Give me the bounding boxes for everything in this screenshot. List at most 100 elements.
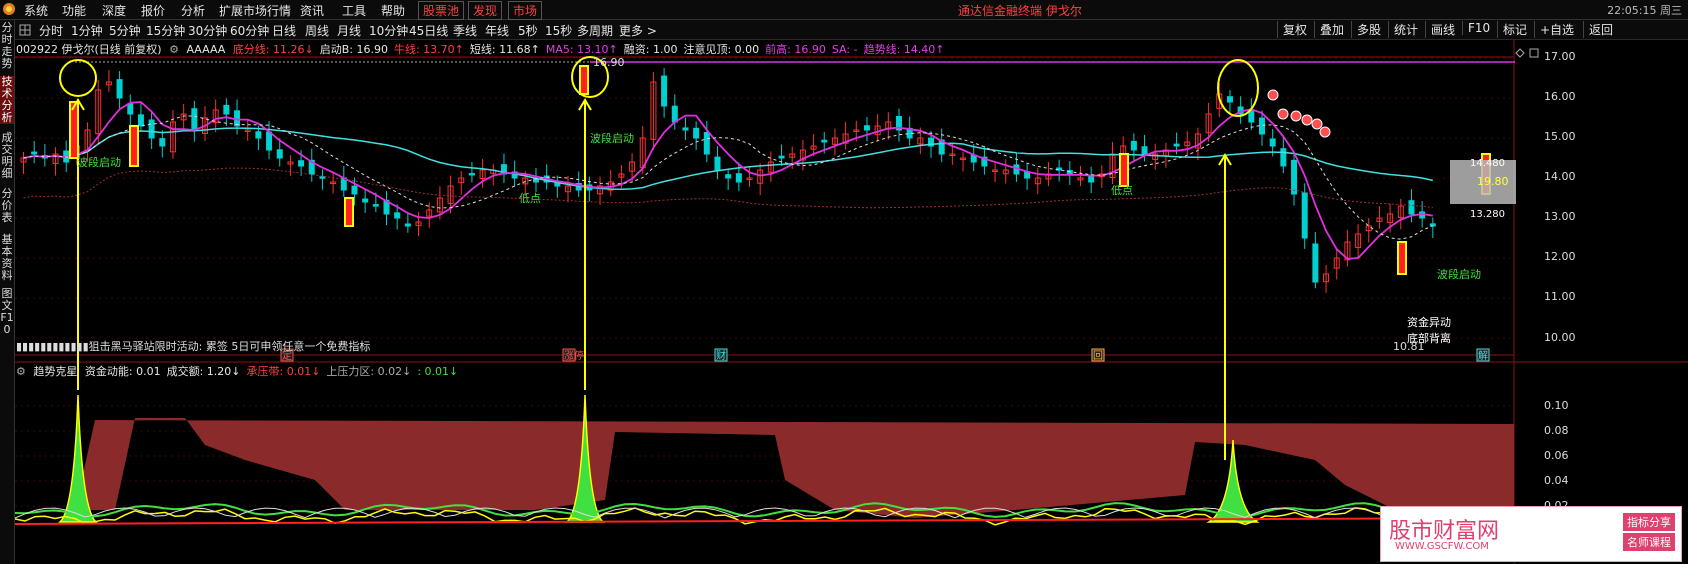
candle-body [671, 105, 678, 123]
period-tab[interactable]: 分时 [39, 22, 63, 39]
menu-news[interactable]: 资讯 [300, 2, 324, 19]
axis-tick: 12.00 [1544, 250, 1576, 263]
period-tab[interactable]: 月线 [337, 22, 361, 39]
fund-anomaly-label: 资金异动 [1407, 315, 1451, 329]
statistics-button[interactable]: 统计 [1388, 21, 1423, 38]
mark-button[interactable]: 标记 [1497, 21, 1532, 38]
wave-start-label: 波段启动 [77, 155, 121, 169]
candle-body [1130, 140, 1137, 151]
sub-axis-tick: 0.04 [1544, 474, 1569, 487]
side-tab-trades[interactable]: 成交明细 [0, 132, 14, 180]
candle-body [362, 198, 369, 203]
period-tab[interactable]: 15分钟 [146, 22, 185, 39]
sub-indicator-item: 承压带: 0.01↓ [246, 365, 321, 378]
sub-indicator-info-bar: ⚙ 趋势克星 资金动能: 0.01 成交额: 1.20↓ 承压带: 0.01↓ 上压力… [16, 363, 468, 378]
menu-tools[interactable]: 工具 [342, 2, 366, 19]
period-tab[interactable]: 多周期 [577, 22, 613, 39]
price-tag-high: 14.480 [1470, 158, 1505, 169]
sub-bg [15, 522, 1514, 564]
side-tab-intraday[interactable]: 分时走势 [0, 22, 14, 70]
menu-system[interactable]: 系统 [24, 2, 48, 19]
candle-body [703, 132, 710, 155]
menu-stock-pool[interactable]: 股票池 [418, 1, 465, 20]
warning-ball [1311, 118, 1323, 130]
period-tab[interactable]: 年线 [485, 22, 509, 39]
axis-tools-icons[interactable] [1512, 45, 1542, 61]
period-tab[interactable]: 季线 [453, 22, 477, 39]
axis-tick: 15.00 [1544, 130, 1576, 143]
period-toolbar: 分时 1分钟 5分钟 15分钟 30分钟 60分钟 日线 周线 月线 10分钟 … [15, 20, 1688, 40]
sub-indicator-item: 成交额: 1.20↓ [166, 365, 241, 378]
axis-tick: 16.00 [1544, 90, 1576, 103]
side-tab-f10[interactable]: 图文F10 [0, 288, 14, 338]
grid-icon[interactable] [19, 24, 31, 36]
period-tab[interactable]: 30分钟 [188, 22, 227, 39]
wave-start-label: 波段启动 [590, 131, 634, 145]
menu-market[interactable]: 市场 [508, 1, 543, 20]
period-tab[interactable]: 日线 [272, 22, 296, 39]
menu-quote[interactable]: 报价 [141, 2, 165, 19]
axis-tick: 10.00 [1544, 331, 1576, 344]
menu-depth[interactable]: 深度 [102, 2, 126, 19]
candle-body [735, 173, 742, 183]
candle-body [116, 79, 123, 99]
axis-tick: 13.00 [1544, 210, 1576, 223]
period-tab[interactable]: 5秒 [518, 22, 538, 39]
add-watchlist-button[interactable]: +自选 [1534, 21, 1579, 38]
chart-canvas[interactable]: 波段启动波段启动波段启动低点低点资金异动底部背离16.9010.81定 涨停财回解… [15, 40, 1688, 564]
candle-body [1269, 138, 1276, 147]
signal-candle [1397, 241, 1407, 275]
side-tab-technical[interactable]: 技术分析 [0, 76, 14, 124]
menu-help[interactable]: 帮助 [381, 2, 405, 19]
period-tab[interactable]: 15秒 [545, 22, 572, 39]
candle-body [863, 125, 870, 131]
promo-notice[interactable]: ▮▮▮▮▮▮▮▮▮▮▮▮狙击黑马驿站限时活动: 累签 5日可申领任意一个免费指标 [16, 338, 370, 354]
sub-axis-tick: 0.10 [1544, 399, 1569, 412]
watermark-url: WWW.GSCFW.COM [1395, 541, 1489, 552]
multi-stock-button[interactable]: 多股 [1351, 21, 1386, 38]
draw-line-button[interactable]: 画线 [1425, 21, 1460, 38]
low-point-label: 低点 [519, 192, 541, 205]
period-tab[interactable]: 10分钟 [369, 22, 408, 39]
candle-body [693, 127, 700, 139]
menu-extended-market[interactable]: 扩展市场行情 [219, 2, 291, 19]
menu-analysis[interactable]: 分析 [181, 2, 205, 19]
candle-body [821, 139, 828, 143]
period-tab[interactable]: 45日线 [409, 22, 448, 39]
period-tab[interactable]: 60分钟 [230, 22, 269, 39]
warning-ball [1277, 108, 1289, 120]
candle-body [778, 155, 785, 159]
axis-tick: 11.00 [1544, 290, 1576, 303]
candle-body [725, 174, 732, 179]
candle-body [137, 114, 144, 127]
side-tabs: 分时走势 技术分析 成交明细 分价表 基本资料 图文F10 [0, 20, 15, 564]
overlay-button[interactable]: 叠加 [1314, 21, 1349, 38]
candle-body [468, 172, 475, 176]
more-periods[interactable]: 更多 > [619, 22, 657, 39]
candle-body [319, 176, 326, 179]
f10-button[interactable]: F10 [1462, 21, 1495, 35]
candle-body [298, 160, 305, 167]
candle-body [159, 138, 166, 147]
period-tab[interactable]: 周线 [305, 22, 329, 39]
menu-bar: 系统 功能 深度 报价 分析 扩展市场行情 资讯 工具 帮助 股票池 发现 市场… [0, 0, 1688, 20]
candle-body [372, 204, 379, 207]
candle-body [1291, 159, 1298, 195]
sub-settings-icon[interactable]: ⚙ [16, 365, 26, 378]
axis-tick: 14.00 [1544, 170, 1576, 183]
pressure-zone-area [15, 418, 1514, 520]
restore-rights-button[interactable]: 复权 [1277, 21, 1312, 38]
top-price-label: 16.90 [593, 56, 625, 69]
sub-indicator-name[interactable]: 趋势克星 [33, 365, 77, 378]
signal-candle [579, 65, 589, 95]
candle-body [223, 104, 230, 115]
menu-function[interactable]: 功能 [62, 2, 86, 19]
back-button[interactable]: 返回 [1583, 21, 1618, 38]
warning-ball [1267, 89, 1279, 101]
signal-candle [1119, 153, 1129, 187]
side-tab-fundamentals[interactable]: 基本资料 [0, 234, 14, 282]
period-tab[interactable]: 5分钟 [109, 22, 141, 39]
period-tab[interactable]: 1分钟 [71, 22, 103, 39]
menu-discover[interactable]: 发现 [468, 1, 503, 20]
side-tab-price-table[interactable]: 分价表 [0, 188, 14, 226]
